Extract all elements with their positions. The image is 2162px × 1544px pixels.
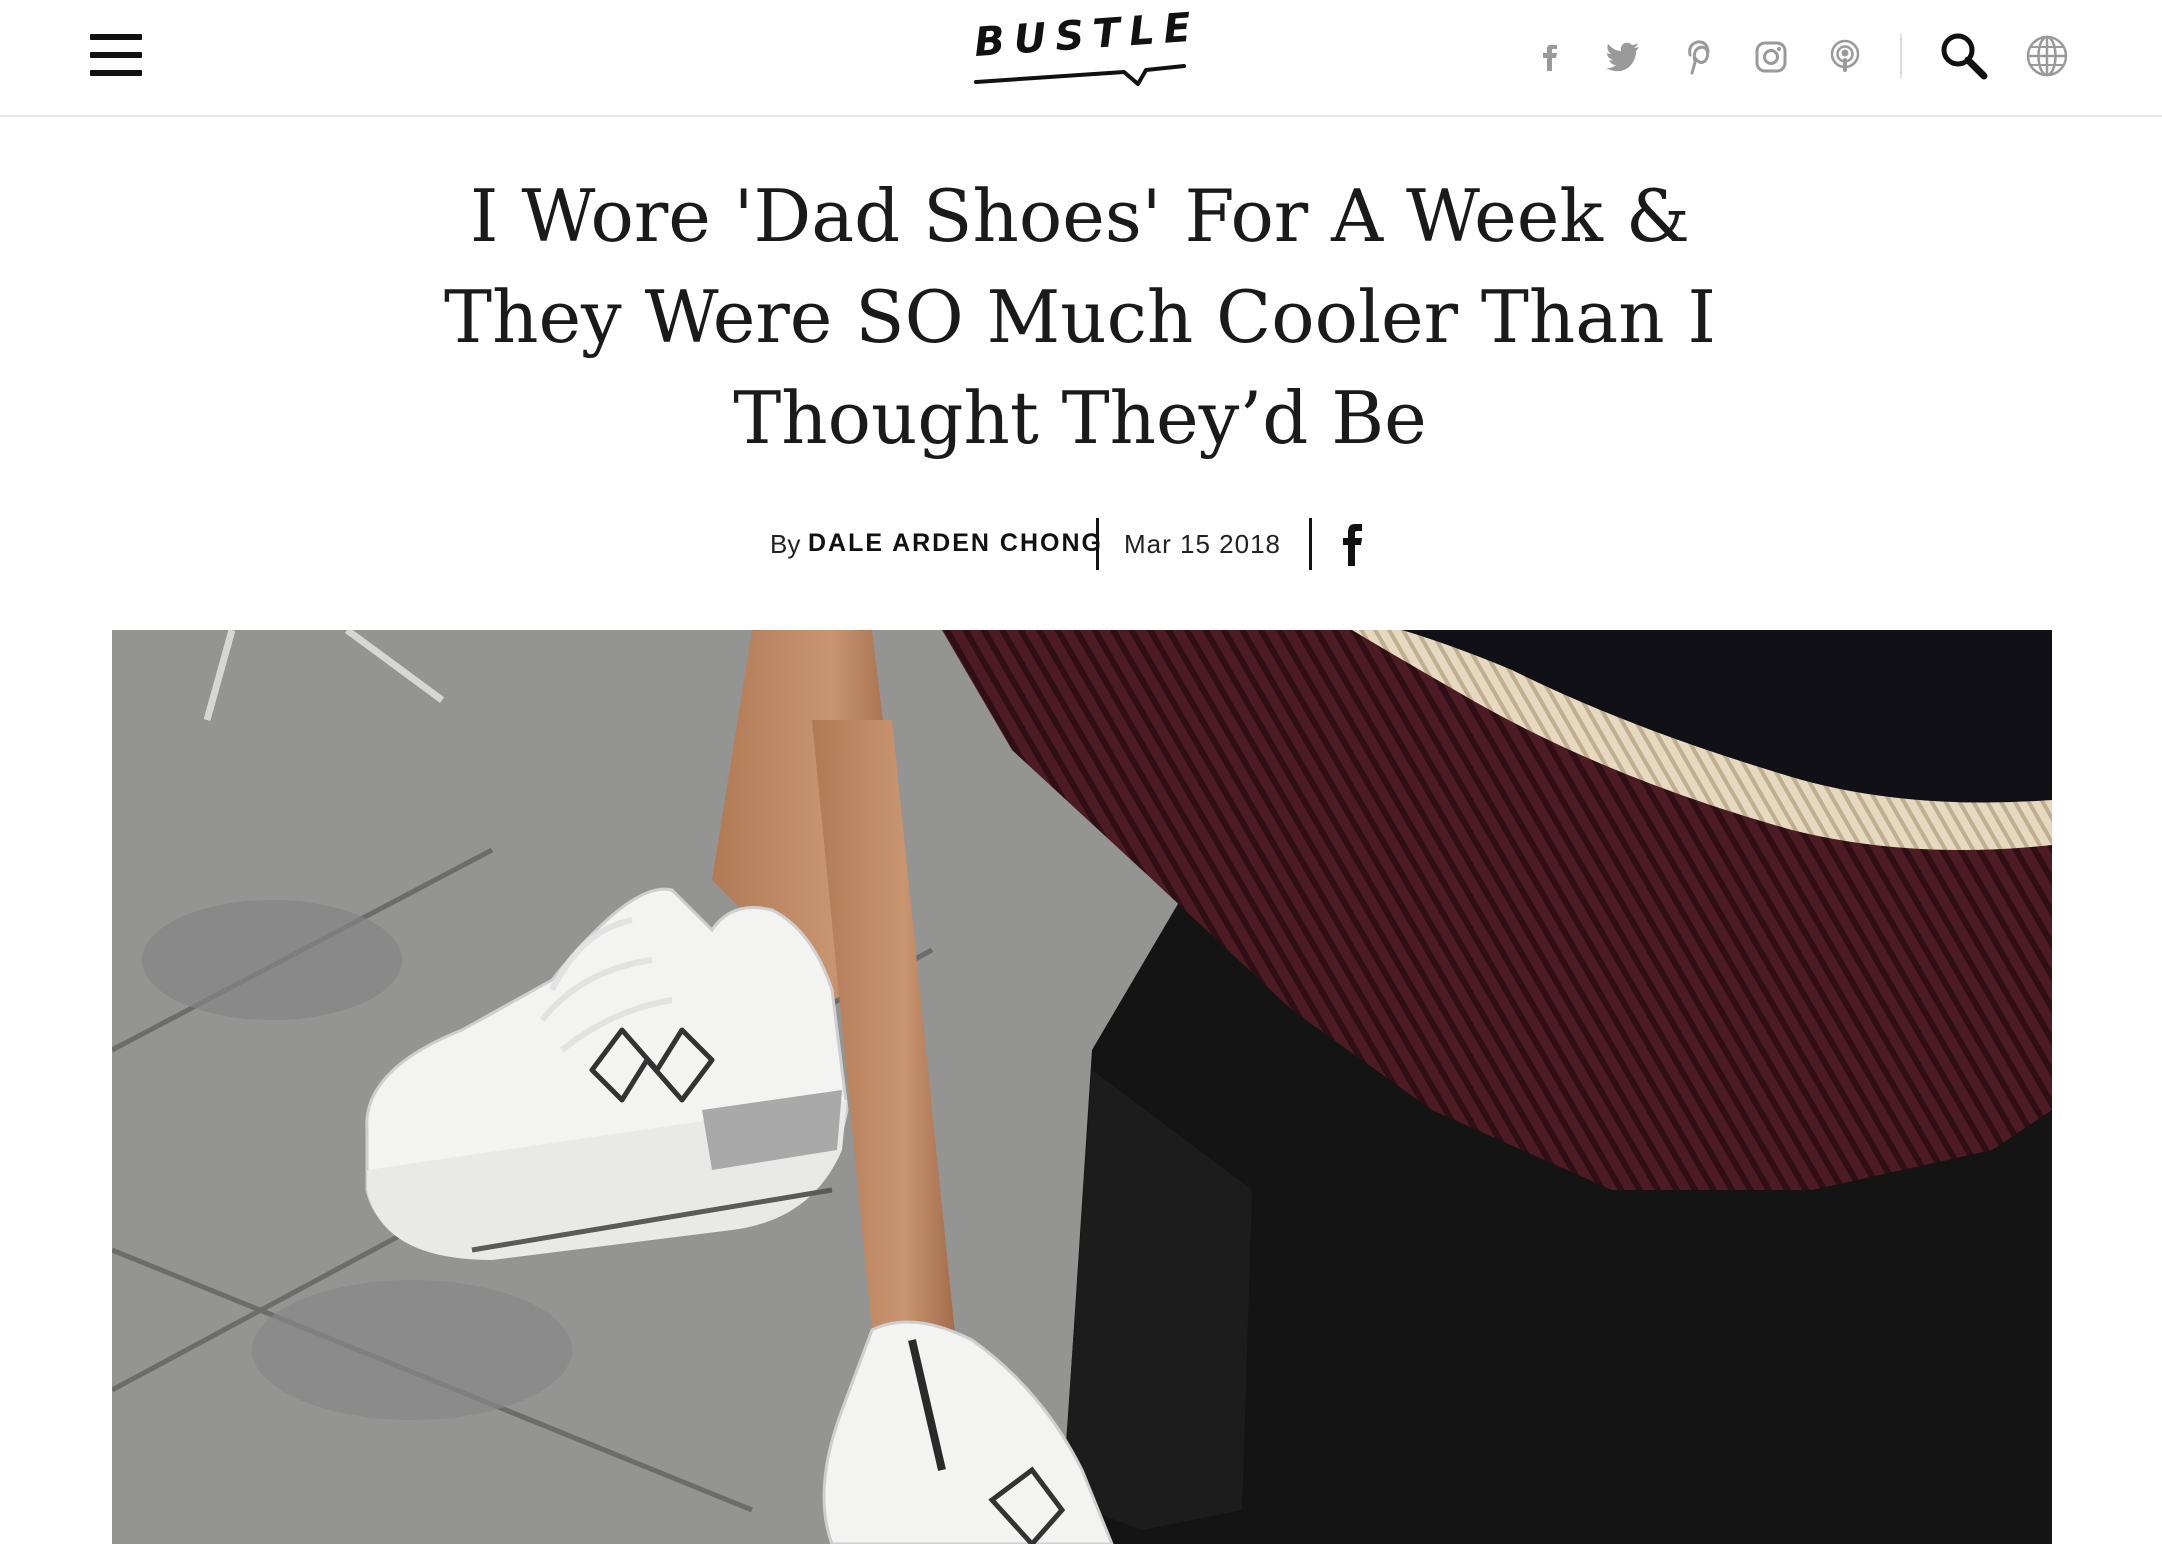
pinterest-icon[interactable] <box>1674 34 1720 80</box>
logo-wordmark: BUSTLE <box>972 4 1202 66</box>
podcast-icon[interactable] <box>1822 34 1868 80</box>
byline-prefix: By <box>770 529 801 559</box>
hamburger-menu-icon[interactable] <box>90 34 142 76</box>
twitter-icon[interactable] <box>1600 34 1646 80</box>
byline-divider <box>1096 518 1099 570</box>
sneakers-photo-illustration <box>112 630 2052 1544</box>
publish-date: Mar 15 2018 <box>1124 529 1281 559</box>
bustle-logo[interactable]: BUSTLE <box>972 4 1201 94</box>
article-title: I Wore 'Dad Shoes' For A Week & They Wer… <box>444 174 1716 460</box>
top-navigation-bar: BUSTLE <box>0 0 2162 117</box>
logo-underline-icon <box>974 64 1186 86</box>
byline-divider <box>1309 518 1312 570</box>
nav-divider <box>1900 34 1902 78</box>
facebook-share-icon[interactable] <box>1336 520 1370 568</box>
facebook-icon[interactable] <box>1526 34 1572 80</box>
search-icon[interactable] <box>1938 30 1990 82</box>
globe-icon[interactable] <box>2024 33 2070 79</box>
author-link[interactable]: DALE ARDEN CHONG <box>808 529 1103 558</box>
hero-image <box>112 630 2052 1544</box>
byline: By DALE ARDEN CHONG Mar 15 2018 <box>0 516 2162 572</box>
instagram-icon[interactable] <box>1748 34 1794 80</box>
